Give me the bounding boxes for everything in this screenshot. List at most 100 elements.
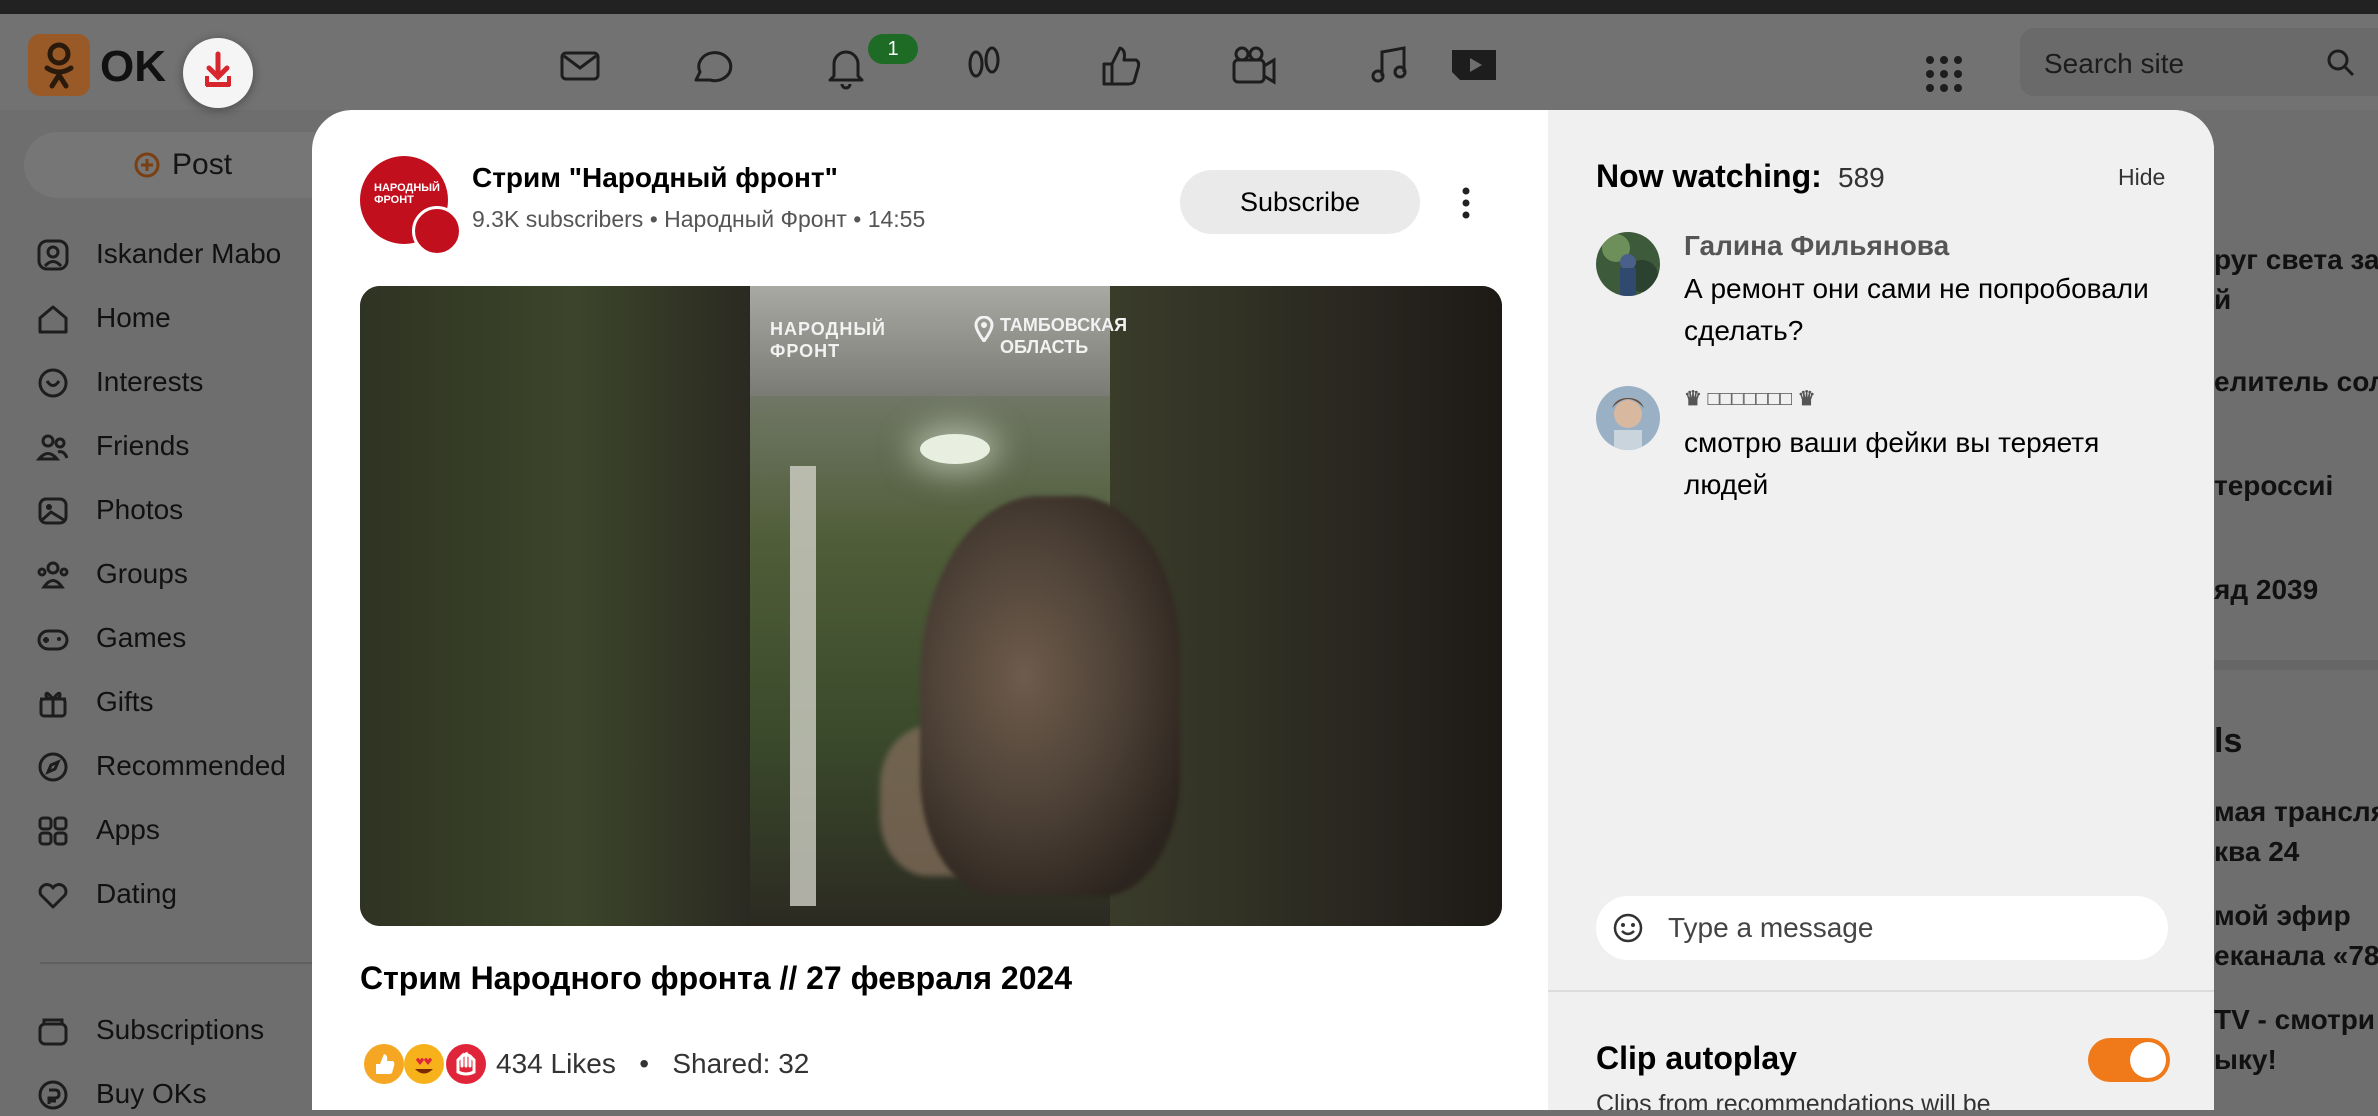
feed-peek-text: еканала «78. xyxy=(2214,940,2378,971)
site-header: OK 1 Search site xyxy=(0,14,2378,110)
reactions-icon[interactable] xyxy=(362,1042,492,1086)
hide-chat-button[interactable]: Hide xyxy=(2118,164,2165,191)
interests-icon xyxy=(38,368,68,398)
channel-group-link[interactable]: Народный Фронт xyxy=(664,206,847,232)
video-title: Стрим Народного фронта // 27 февраля 202… xyxy=(360,960,1073,996)
sidebar-item-home[interactable]: Home xyxy=(36,296,336,340)
sidebar-item-label: Interests xyxy=(96,366,204,397)
now-watching-count: 589 xyxy=(1838,162,1885,193)
sidebar-divider xyxy=(40,962,340,964)
meta-separator: • xyxy=(853,206,868,232)
sidebar-item-label: Dating xyxy=(96,878,177,909)
sidebar-item-label: Photos xyxy=(96,494,184,525)
friends-icon xyxy=(36,434,69,461)
autoplay-description: Clips from recommendations will be xyxy=(1596,1090,1991,1110)
sidebar-item-label: Gifts xyxy=(96,686,154,717)
sidebar-item-label: Games xyxy=(96,622,187,653)
video-lamp xyxy=(920,434,990,464)
video-player[interactable]: НАРОДНЫЙ ФРОНТ ТАМБОВСКАЯ ОБЛАСТЬ xyxy=(360,286,1502,926)
sidebar-item-recommended[interactable]: Recommended xyxy=(36,744,336,788)
sidebar-item-label: Groups xyxy=(96,558,188,589)
sidebar-item-interests[interactable]: Interests xyxy=(36,360,336,404)
download-icon xyxy=(205,51,231,87)
search-input[interactable]: Search site xyxy=(2020,28,2378,96)
download-button[interactable] xyxy=(183,38,253,108)
chat-message-input[interactable]: Type a message xyxy=(1596,896,2168,960)
location-pin-icon xyxy=(974,316,994,342)
video-camera-icon[interactable] xyxy=(1224,36,1284,96)
coin-icon xyxy=(38,1080,68,1110)
toggle-knob xyxy=(2130,1042,2166,1078)
comment-author[interactable]: ♛ □□□□□□□ ♛ xyxy=(1684,386,1816,411)
now-watching-label: Now watching: xyxy=(1596,158,1822,194)
subscriber-count: 9.3K subscribers xyxy=(472,206,644,232)
shares-count[interactable]: Shared: 32 xyxy=(672,1048,809,1079)
apps-grid-icon[interactable] xyxy=(1924,54,1964,94)
video-pillar xyxy=(790,466,816,906)
sidebar-item-photos[interactable]: Photos xyxy=(36,488,336,532)
feed-peek-text: й xyxy=(2214,284,2232,315)
sidebar-item-friends[interactable]: Friends xyxy=(36,424,336,468)
sidebar-item-games[interactable]: Games xyxy=(36,616,336,660)
engagement-stats: 434 Likes • Shared: 32 xyxy=(496,1048,809,1080)
ok-logo-icon[interactable] xyxy=(28,34,90,96)
sidebar-item-subscriptions[interactable]: Subscriptions xyxy=(36,1008,336,1052)
sidebar-item-label: Friends xyxy=(96,430,190,461)
sidebar-item-profile[interactable]: Iskander Mabo xyxy=(36,232,336,276)
feed-divider xyxy=(2214,660,2378,670)
video-person xyxy=(920,496,1180,896)
chat-icon[interactable] xyxy=(680,36,740,96)
subscribe-button[interactable]: Subscribe xyxy=(1180,170,1420,234)
sidebar-item-label: Buy OKs xyxy=(96,1078,207,1109)
sidebar-item-dating[interactable]: Dating xyxy=(36,872,336,916)
avatar[interactable] xyxy=(1596,386,1660,450)
apps-icon xyxy=(38,816,68,846)
likes-count[interactable]: 434 Likes xyxy=(496,1048,616,1079)
channel-name[interactable]: Стрим "Народный фронт" xyxy=(472,162,838,194)
video-modal: НАРОДНЫЙ ФРОНТ Стрим "Народный фронт" 9.… xyxy=(312,110,2214,1110)
sidebar-item-apps[interactable]: Apps xyxy=(36,808,336,852)
stats-separator: • xyxy=(623,1048,665,1079)
sidebar-item-groups[interactable]: Groups xyxy=(36,552,336,596)
sidebar-item-gifts[interactable]: Gifts xyxy=(36,680,336,724)
subscriptions-icon xyxy=(38,1018,68,1046)
logo-text[interactable]: OK xyxy=(100,42,166,92)
mail-icon[interactable] xyxy=(550,36,610,96)
like-icon[interactable] xyxy=(1090,36,1150,96)
music-icon[interactable] xyxy=(1360,36,1420,96)
feed-peek-text: ыку! xyxy=(2214,1044,2277,1075)
search-icon[interactable] xyxy=(2326,48,2356,78)
sidebar-item-buy-oks[interactable]: Buy OKs xyxy=(36,1072,336,1116)
video-brand-overlay: НАРОДНЫЙ ФРОНТ xyxy=(770,319,886,361)
feed-peek-text: мой эфир xyxy=(2214,900,2351,931)
feed-peek-text: руг света за xyxy=(2214,244,2378,275)
feed-peek-heading: ls xyxy=(2214,722,2243,760)
gift-icon xyxy=(39,691,67,718)
feed-peek-text: TV - смотри xyxy=(2214,1004,2376,1035)
more-options-icon[interactable] xyxy=(1456,186,1476,220)
avatar[interactable] xyxy=(1596,232,1660,296)
sidebar-item-label: Home xyxy=(96,302,171,333)
panel-divider xyxy=(1548,990,2214,992)
message-placeholder: Type a message xyxy=(1668,912,1874,943)
comment-author[interactable]: Галина Фильянова xyxy=(1684,230,1949,262)
post-label: Post xyxy=(172,148,233,181)
sidebar-item-label: Apps xyxy=(96,814,160,845)
search-placeholder: Search site xyxy=(2044,48,2185,79)
emoji-icon[interactable] xyxy=(1612,912,1644,944)
comment-text: смотрю ваши фейки вы теряетя людей xyxy=(1684,427,2100,500)
channel-meta: 9.3K subscribers • Народный Фронт • 14:5… xyxy=(472,206,925,233)
feed-peek-text: тероссиi xyxy=(2214,470,2334,501)
home-icon xyxy=(38,305,68,334)
groups-icon xyxy=(37,561,69,589)
autoplay-toggle[interactable] xyxy=(2088,1038,2170,1082)
feed-peek-text: ква 24 xyxy=(2214,836,2300,867)
bell-icon[interactable] xyxy=(816,36,876,96)
play-icon[interactable] xyxy=(1444,36,1504,96)
profile-icon xyxy=(37,239,69,271)
avatar-photo xyxy=(1596,232,1660,296)
footprints-icon[interactable] xyxy=(954,36,1014,96)
comment-text: А ремонт они сами не попробовали сделать… xyxy=(1684,273,2149,346)
video-region-overlay: ТАМБОВСКАЯ ОБЛАСТЬ xyxy=(1000,315,1128,357)
feed-peek-text: яд 2039 xyxy=(2214,574,2319,605)
